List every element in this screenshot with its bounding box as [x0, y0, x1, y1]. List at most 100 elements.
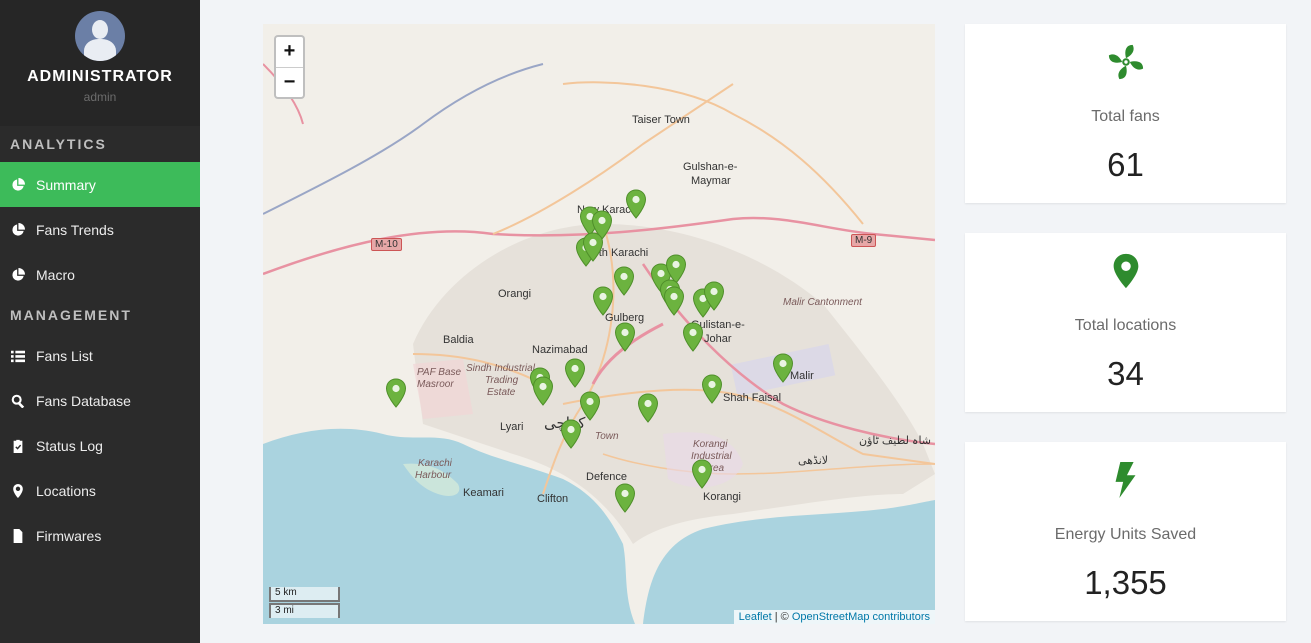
fan-location-marker[interactable]: [703, 281, 725, 311]
map-base-tiles: [263, 63, 935, 624]
map-attribution: Leaflet | © OpenStreetMap contributors: [733, 610, 935, 624]
search-icon: [10, 393, 26, 409]
map-label: Korangi: [703, 491, 741, 503]
sidebar-item-label: Fans Database: [36, 392, 131, 409]
map-label: Harbour: [415, 470, 452, 481]
sidebar-item-status-log[interactable]: Status Log: [0, 423, 200, 468]
sidebar-item-label: Fans List: [36, 347, 93, 364]
sidebar-item-macro[interactable]: Macro: [0, 252, 200, 297]
pie-chart-icon: [10, 222, 26, 238]
map-label: Town: [595, 431, 619, 442]
map-label: Masroor: [417, 379, 454, 390]
sidebar: ADMINISTRATOR admin ANALYTICS Summary Fa…: [0, 0, 200, 643]
map-label: Maymar: [691, 175, 731, 187]
map-label: Defence: [586, 471, 627, 483]
map-marker-icon: [10, 483, 26, 499]
card-label: Total locations: [1074, 317, 1177, 334]
map-label: Keamari: [463, 487, 504, 499]
map-label: Gulshan-e-: [683, 161, 738, 173]
pie-chart-icon: [10, 177, 26, 193]
list-icon: [10, 348, 26, 364]
stat-card-total-locations: Total locations 34: [965, 233, 1286, 412]
map-label: Orangi: [498, 288, 532, 300]
map-label: شاہ لطیف ٹاؤن: [859, 435, 932, 447]
sidebar-item-firmwares[interactable]: Firmwares: [0, 513, 200, 558]
map-label: Sindh Industrial: [466, 363, 535, 374]
bolt-icon: [965, 460, 1286, 500]
map-label: Korangi: [693, 439, 728, 450]
fan-location-marker[interactable]: [772, 353, 794, 383]
road-shield: M-10: [371, 238, 402, 251]
leaflet-link[interactable]: Leaflet: [739, 611, 772, 623]
map-label: PAF Base: [417, 367, 462, 378]
user-name: ADMINISTRATOR: [27, 68, 173, 85]
fan-location-marker[interactable]: [385, 378, 407, 408]
fan-location-marker[interactable]: [701, 374, 723, 404]
fan-location-marker[interactable]: [637, 393, 659, 423]
attribution-separator: | ©: [771, 611, 792, 623]
map-label: Malir Cantonment: [783, 297, 862, 308]
locations-map[interactable]: Taiser Town Gulshan-e- Maymar New Karach…: [263, 24, 935, 624]
map-label: Baldia: [443, 334, 474, 346]
card-label: Energy Units Saved: [1054, 526, 1197, 543]
pie-chart-icon: [10, 267, 26, 283]
fan-icon: [965, 42, 1286, 82]
fan-location-marker[interactable]: [579, 391, 601, 421]
fan-location-marker[interactable]: [592, 286, 614, 316]
map-label: Clifton: [537, 493, 569, 505]
map-scale: 5 km 3 mi: [269, 587, 340, 618]
card-value: 34: [1107, 355, 1144, 392]
sidebar-item-label: Status Log: [36, 437, 103, 454]
map-label: Estate: [487, 387, 516, 398]
fan-location-marker[interactable]: [560, 419, 582, 449]
zoom-out-button[interactable]: −: [276, 67, 303, 97]
sidebar-item-summary[interactable]: Summary: [0, 162, 200, 207]
fan-location-marker[interactable]: [582, 232, 604, 262]
stat-card-energy-saved: Energy Units Saved 1,355: [965, 442, 1286, 621]
road-shield: M-9: [851, 234, 877, 247]
fan-location-marker[interactable]: [682, 322, 704, 352]
sidebar-item-fans-list[interactable]: Fans List: [0, 333, 200, 378]
card-value: 1,355: [1084, 564, 1167, 601]
sidebar-item-label: Macro: [36, 266, 75, 283]
fan-location-marker[interactable]: [663, 286, 685, 316]
fan-location-marker[interactable]: [564, 358, 586, 388]
zoom-control: + −: [274, 35, 305, 99]
sidebar-item-fans-database[interactable]: Fans Database: [0, 378, 200, 423]
avatar: [75, 11, 125, 61]
map-label: Shah Faisal: [723, 392, 782, 404]
fan-location-marker[interactable]: [613, 266, 635, 296]
scale-mi: 3 mi: [269, 603, 340, 618]
map-label: Lyari: [500, 421, 524, 433]
fan-location-marker[interactable]: [614, 483, 636, 513]
fan-location-marker[interactable]: [691, 459, 713, 489]
zoom-in-button[interactable]: +: [276, 37, 303, 67]
map-label: Nazimabad: [532, 344, 588, 356]
section-title-analytics: ANALYTICS: [10, 136, 107, 152]
user-profile: ADMINISTRATOR admin: [0, 0, 200, 126]
sidebar-item-label: Locations: [36, 482, 96, 499]
osm-link[interactable]: OpenStreetMap contributors: [792, 611, 930, 623]
map-label: Johar: [704, 333, 732, 345]
sidebar-item-fans-trends[interactable]: Fans Trends: [0, 207, 200, 252]
card-label: Total fans: [1091, 108, 1160, 125]
sidebar-item-label: Fans Trends: [36, 221, 114, 238]
fan-location-marker[interactable]: [614, 322, 636, 352]
fan-location-marker[interactable]: [532, 376, 554, 406]
stat-card-total-fans: Total fans 61: [965, 24, 1286, 203]
clipboard-check-icon: [10, 438, 26, 454]
sidebar-item-label: Summary: [36, 176, 96, 193]
map-label: Taiser Town: [632, 114, 690, 126]
map-marker-icon: [965, 251, 1286, 291]
scale-km: 5 km: [269, 587, 340, 602]
sidebar-item-locations[interactable]: Locations: [0, 468, 200, 513]
user-role: admin: [83, 90, 117, 104]
card-value: 61: [1107, 146, 1144, 183]
map-label: Trading: [485, 375, 519, 386]
file-icon: [10, 528, 26, 544]
map-label: Karachi: [418, 458, 452, 469]
map-label: لانڈھی: [798, 455, 829, 467]
fan-location-marker[interactable]: [625, 189, 647, 219]
section-title-management: MANAGEMENT: [10, 307, 132, 323]
sidebar-item-label: Firmwares: [36, 527, 102, 544]
